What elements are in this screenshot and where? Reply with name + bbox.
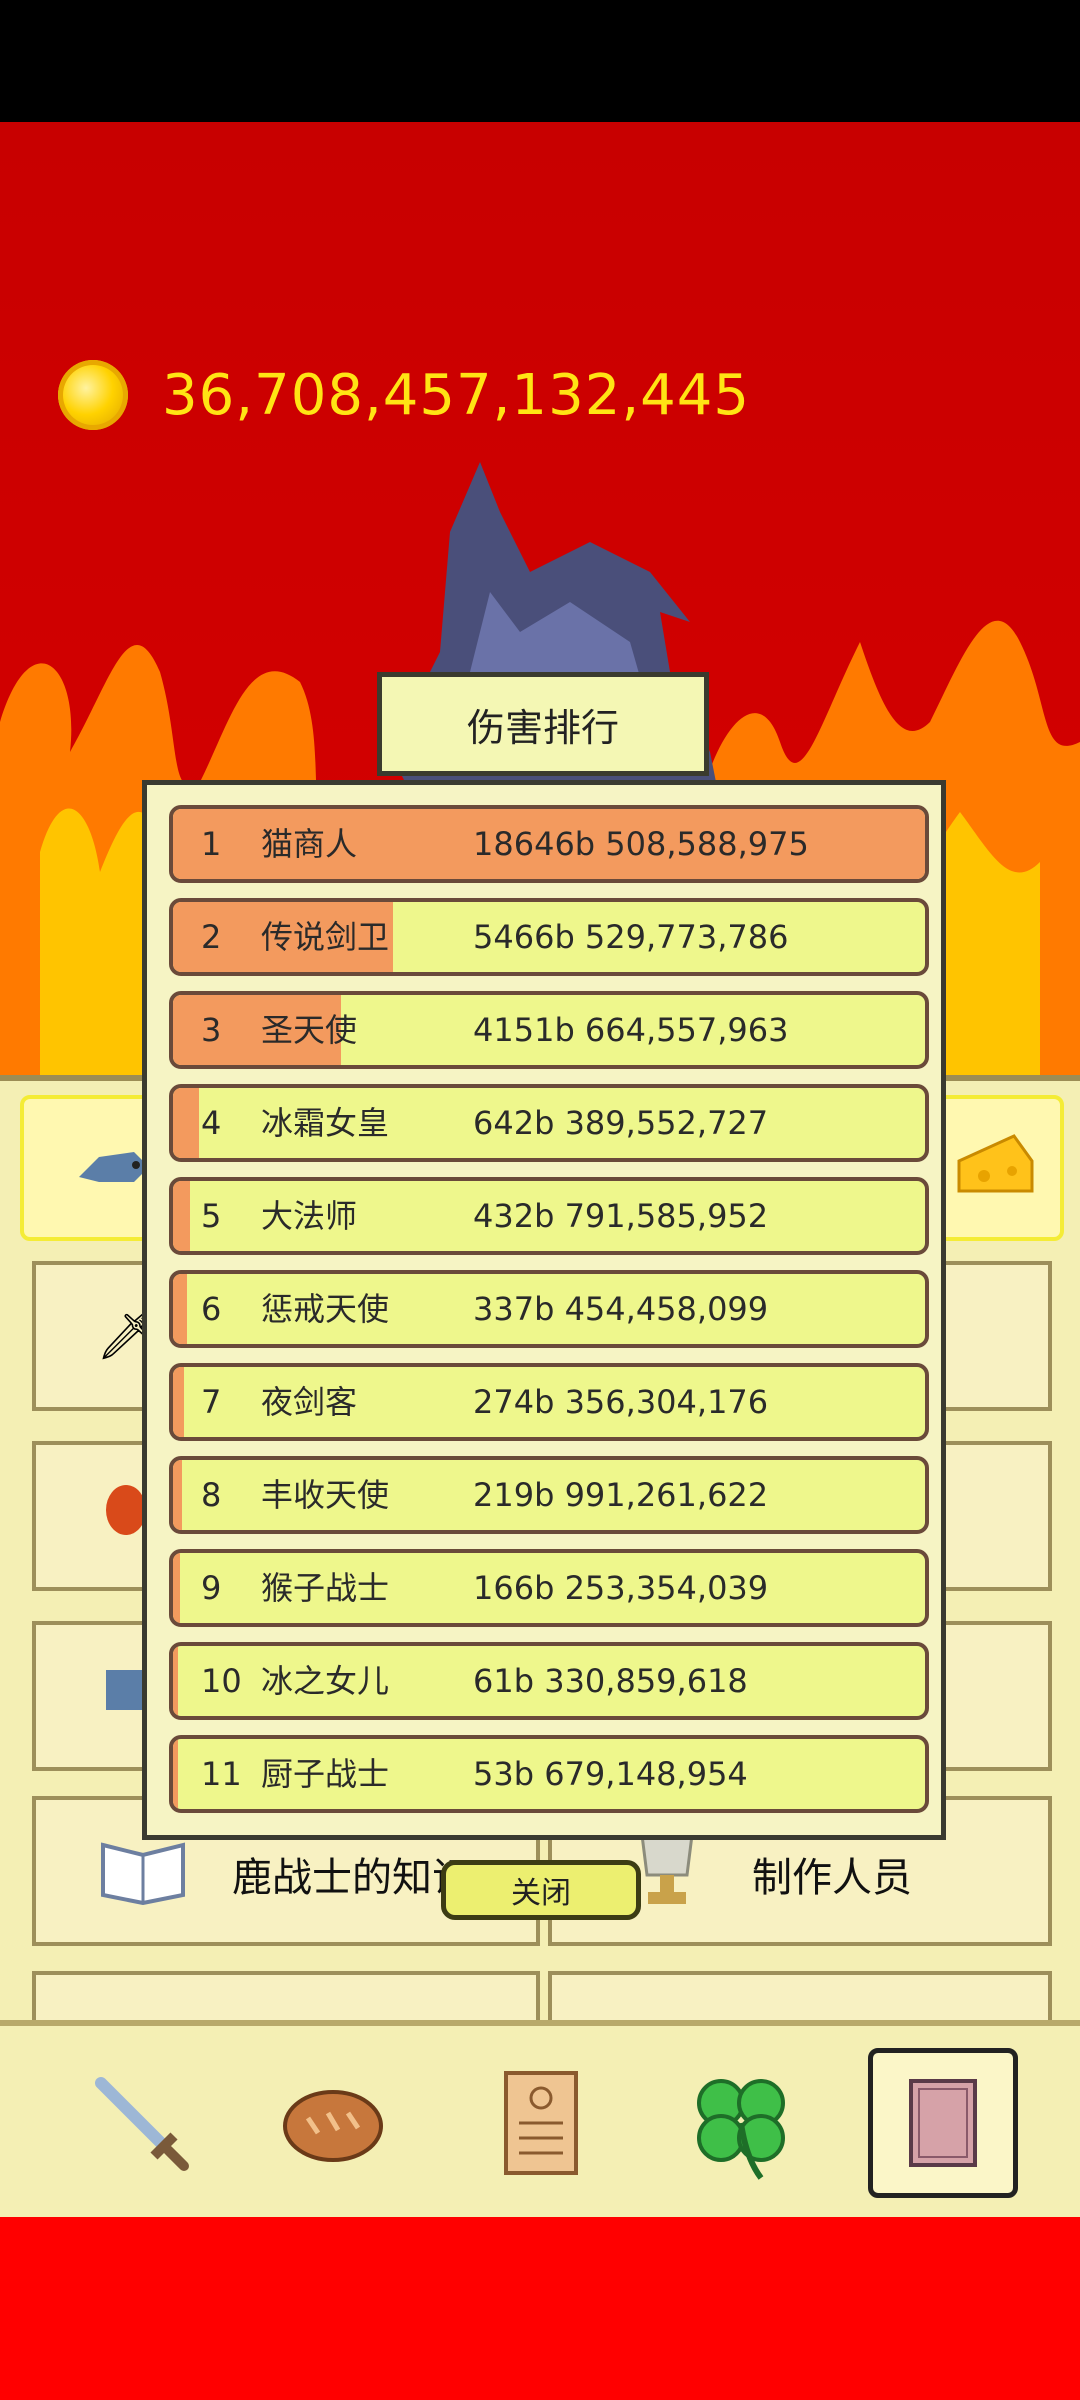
hero-name: 丰收天使 bbox=[261, 1476, 390, 1514]
ranking-number: 4 bbox=[201, 1104, 222, 1142]
ranking-number: 1 bbox=[201, 825, 222, 863]
dialog-title: 伤害排行 bbox=[377, 672, 709, 776]
hero-name: 冰霜女皇 bbox=[261, 1104, 390, 1142]
ranking-row: 3 圣天使 4151b 664,557,963 bbox=[169, 991, 929, 1069]
currency-amount: 36,708,457,132,445 bbox=[162, 362, 751, 428]
ranking-row: 11 厨子战士 53b 679,148,954 bbox=[169, 1735, 929, 1813]
ranking-number: 3 bbox=[201, 1011, 222, 1049]
damage-value: 53b 679,148,954 bbox=[473, 1755, 748, 1793]
damage-share-bar bbox=[173, 1274, 187, 1344]
bread-icon bbox=[283, 2090, 383, 2162]
ranking-number: 5 bbox=[201, 1197, 222, 1235]
damage-share-bar bbox=[173, 1367, 185, 1437]
ranking-number: 2 bbox=[201, 918, 222, 956]
close-button[interactable]: 关闭 bbox=[441, 1860, 641, 1920]
blue-item-icon bbox=[106, 1670, 146, 1710]
damage-value: 61b 330,859,618 bbox=[473, 1662, 748, 1700]
ranking-number: 8 bbox=[201, 1476, 222, 1514]
trophy-icon bbox=[640, 1833, 694, 1904]
gold-coin-icon bbox=[58, 360, 128, 430]
ranking-list: 1 猫商人 18646b 508,588,975 2 传说剑卫 5466b 529,773… bbox=[169, 805, 929, 1828]
damage-share-bar bbox=[173, 1739, 178, 1809]
nav-clover[interactable] bbox=[666, 2048, 816, 2198]
hero-name: 大法师 bbox=[261, 1197, 358, 1235]
damage-value: 432b 791,585,952 bbox=[473, 1197, 769, 1235]
damage-value: 337b 454,458,099 bbox=[473, 1290, 769, 1328]
hero-name: 冰之女儿 bbox=[261, 1662, 390, 1700]
damage-value: 642b 389,552,727 bbox=[473, 1104, 769, 1142]
damage-value: 5466b 529,773,786 bbox=[473, 918, 789, 956]
nav-scroll[interactable] bbox=[466, 2048, 616, 2198]
ranking-number: 9 bbox=[201, 1569, 222, 1607]
hero-name: 猫商人 bbox=[261, 825, 358, 863]
ranking-number: 6 bbox=[201, 1290, 222, 1328]
ranking-row: 4 冰霜女皇 642b 389,552,727 bbox=[169, 1084, 929, 1162]
bottom-nav bbox=[0, 2020, 1080, 2223]
damage-value: 4151b 664,557,963 bbox=[473, 1011, 789, 1049]
status-bar bbox=[0, 0, 1080, 122]
hero-name: 传说剑卫 bbox=[261, 918, 390, 956]
damage-share-bar bbox=[173, 1646, 178, 1716]
nav-book[interactable] bbox=[868, 2048, 1018, 2198]
scroll-icon bbox=[504, 2071, 578, 2175]
hero-name: 夜剑客 bbox=[261, 1383, 358, 1421]
cheese-icon bbox=[957, 1134, 1034, 1193]
knowledge-label: 鹿战士的知识 bbox=[232, 1855, 472, 1901]
bottom-area bbox=[0, 2217, 1080, 2400]
hero-name: 猴子战士 bbox=[261, 1569, 390, 1607]
hero-name: 厨子战士 bbox=[261, 1755, 390, 1793]
potion-icon bbox=[106, 1485, 146, 1535]
ranking-row: 10 冰之女儿 61b 330,859,618 bbox=[169, 1642, 929, 1720]
damage-share-bar bbox=[173, 1088, 199, 1158]
ranking-row: 6 惩戒天使 337b 454,458,099 bbox=[169, 1270, 929, 1348]
damage-ranking-dialog: 1 猫商人 18646b 508,588,975 2 传说剑卫 5466b 529,773… bbox=[142, 780, 946, 1840]
open-book-icon bbox=[101, 1842, 185, 1905]
currency-display: 36,708,457,132,445 bbox=[58, 350, 750, 440]
ranking-number: 7 bbox=[201, 1383, 222, 1421]
ranking-row: 1 猫商人 18646b 508,588,975 bbox=[169, 805, 929, 883]
ranking-row: 8 丰收天使 219b 991,261,622 bbox=[169, 1456, 929, 1534]
damage-value: 219b 991,261,622 bbox=[473, 1476, 769, 1514]
damage-value: 274b 356,304,176 bbox=[473, 1383, 769, 1421]
nav-sword[interactable] bbox=[66, 2048, 216, 2198]
book-icon bbox=[909, 2079, 977, 2167]
ranking-row: 5 大法师 432b 791,585,952 bbox=[169, 1177, 929, 1255]
ranking-number: 10 bbox=[201, 1662, 242, 1700]
ranking-row: 2 传说剑卫 5466b 529,773,786 bbox=[169, 898, 929, 976]
damage-share-bar bbox=[173, 1553, 180, 1623]
credits-label: 制作人员 bbox=[752, 1855, 912, 1901]
ranking-number: 11 bbox=[201, 1755, 242, 1793]
damage-value: 18646b 508,588,975 bbox=[473, 825, 809, 863]
damage-value: 166b 253,354,039 bbox=[473, 1569, 769, 1607]
damage-share-bar bbox=[173, 1181, 191, 1251]
nav-bread[interactable] bbox=[258, 2048, 408, 2198]
sword-icon bbox=[95, 2077, 189, 2171]
ranking-row: 7 夜剑客 274b 356,304,176 bbox=[169, 1363, 929, 1441]
ranking-row: 9 猴子战士 166b 253,354,039 bbox=[169, 1549, 929, 1627]
clover-icon bbox=[697, 2079, 785, 2180]
damage-share-bar bbox=[173, 1460, 183, 1530]
hero-name: 圣天使 bbox=[261, 1011, 358, 1049]
hero-name: 惩戒天使 bbox=[261, 1290, 390, 1328]
